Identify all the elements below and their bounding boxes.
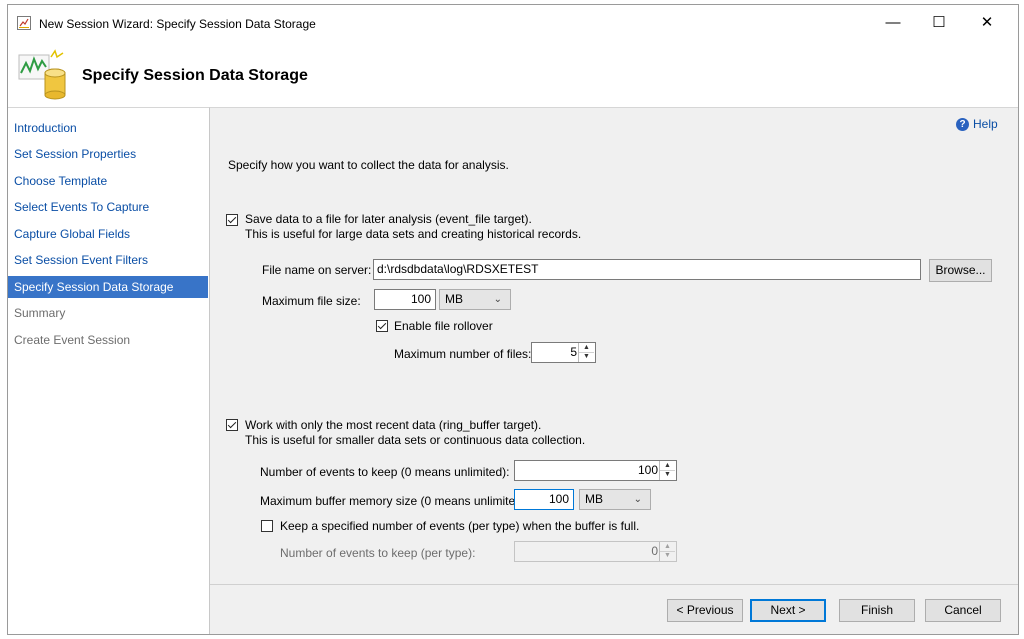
wizard-app-icon bbox=[17, 16, 31, 30]
buffer-size-unit: MB bbox=[585, 492, 603, 506]
event-file-description: This is useful for large data sets and c… bbox=[245, 227, 582, 241]
buffer-size-input[interactable]: 100 bbox=[514, 489, 574, 510]
ring-buffer-checkbox[interactable] bbox=[226, 419, 238, 431]
events-keep-value: 100 bbox=[637, 463, 658, 477]
events-keep-spin[interactable]: ▲ ▼ bbox=[659, 461, 676, 480]
spin-down-icon: ▼ bbox=[664, 552, 671, 559]
sidebar-item-summary: Summary bbox=[14, 306, 66, 320]
max-files-value: 5 bbox=[570, 345, 577, 359]
ring-buffer-description: This is useful for smaller data sets or … bbox=[245, 433, 586, 447]
cancel-button[interactable]: Cancel bbox=[925, 599, 1001, 622]
per-type-count-label: Number of events to keep (per type): bbox=[280, 546, 476, 560]
sidebar-item-create-event-session: Create Event Session bbox=[14, 333, 131, 347]
file-name-value: d:\rdsdbdata\log\RDSXETEST bbox=[377, 262, 539, 276]
per-type-checkbox[interactable] bbox=[261, 520, 273, 532]
help-icon[interactable]: ? bbox=[956, 118, 969, 131]
minimize-button[interactable]: — bbox=[870, 7, 916, 39]
chevron-down-icon: ⌄ bbox=[633, 494, 642, 505]
event-file-label: Save data to a file for later analysis (… bbox=[245, 212, 532, 226]
sidebar-item-set-session-properties[interactable]: Set Session Properties bbox=[8, 143, 208, 165]
sidebar-item-set-event-filters[interactable]: Set Session Event Filters bbox=[8, 249, 208, 271]
wizard-window: New Session Wizard: Specify Session Data… bbox=[7, 4, 1019, 635]
file-rollover-label: Enable file rollover bbox=[394, 319, 493, 333]
file-name-input[interactable]: d:\rdsdbdata\log\RDSXETEST bbox=[373, 259, 921, 280]
per-type-count-stepper: 0 ▲ ▼ bbox=[514, 541, 677, 562]
wizard-sidebar: Introduction Set Session Properties Choo… bbox=[8, 107, 210, 634]
sidebar-item-choose-template[interactable]: Choose Template bbox=[8, 170, 208, 192]
sidebar-item-capture-global-fields[interactable]: Capture Global Fields bbox=[8, 223, 208, 245]
max-file-size-input[interactable]: 100 bbox=[374, 289, 436, 310]
chevron-down-icon: ⌄ bbox=[493, 294, 502, 305]
per-type-count-spin: ▲ ▼ bbox=[659, 542, 676, 561]
file-name-label: File name on server: bbox=[262, 263, 372, 277]
maximize-button[interactable]: ☐ bbox=[916, 7, 962, 39]
sidebar-item-specify-data-storage[interactable]: Specify Session Data Storage bbox=[8, 276, 208, 298]
buffer-size-value: 100 bbox=[548, 492, 569, 506]
help-link[interactable]: Help bbox=[973, 117, 998, 131]
per-type-label: Keep a specified number of events (per t… bbox=[280, 519, 640, 533]
wizard-content: ? Help Specify how you want to collect t… bbox=[210, 107, 1018, 584]
sidebar-item-select-events[interactable]: Select Events To Capture bbox=[8, 196, 208, 218]
max-files-label: Maximum number of files: bbox=[394, 347, 532, 361]
max-file-size-value: 100 bbox=[410, 292, 431, 306]
wizard-footer: < Previous Next > Finish Cancel bbox=[210, 584, 1018, 634]
page-title: Specify Session Data Storage bbox=[82, 67, 308, 84]
finish-button[interactable]: Finish bbox=[839, 599, 915, 622]
max-file-size-unit-select[interactable]: MB ⌄ bbox=[439, 289, 511, 310]
spin-down-icon[interactable]: ▼ bbox=[660, 470, 675, 479]
intro-text: Specify how you want to collect the data… bbox=[228, 158, 509, 172]
per-type-count-value: 0 bbox=[651, 544, 658, 558]
max-file-size-unit: MB bbox=[445, 292, 463, 306]
max-file-size-label: Maximum file size: bbox=[262, 294, 361, 308]
events-keep-label: Number of events to keep (0 means unlimi… bbox=[260, 465, 510, 479]
buffer-size-unit-select[interactable]: MB ⌄ bbox=[579, 489, 651, 510]
previous-button[interactable]: < Previous bbox=[667, 599, 743, 622]
browse-button[interactable]: Browse... bbox=[929, 259, 992, 282]
spin-down-icon[interactable]: ▼ bbox=[579, 352, 594, 361]
ring-buffer-label: Work with only the most recent data (rin… bbox=[245, 418, 542, 432]
next-button[interactable]: Next > bbox=[750, 599, 826, 622]
sidebar-item-introduction[interactable]: Introduction bbox=[8, 117, 208, 139]
max-files-stepper[interactable]: 5 ▲ ▼ bbox=[531, 342, 596, 363]
title-bar: New Session Wizard: Specify Session Data… bbox=[8, 5, 1018, 41]
wizard-header: Specify Session Data Storage bbox=[8, 41, 1018, 107]
event-file-checkbox[interactable] bbox=[226, 214, 238, 226]
window-title: New Session Wizard: Specify Session Data… bbox=[39, 17, 316, 31]
buffer-size-label: Maximum buffer memory size (0 means unli… bbox=[260, 494, 530, 508]
chart-database-icon bbox=[17, 49, 69, 101]
file-rollover-checkbox[interactable] bbox=[376, 320, 388, 332]
close-button[interactable]: ✕ bbox=[964, 7, 1010, 39]
events-keep-stepper[interactable]: 100 ▲ ▼ bbox=[514, 460, 677, 481]
max-files-spin[interactable]: ▲ ▼ bbox=[578, 343, 595, 362]
